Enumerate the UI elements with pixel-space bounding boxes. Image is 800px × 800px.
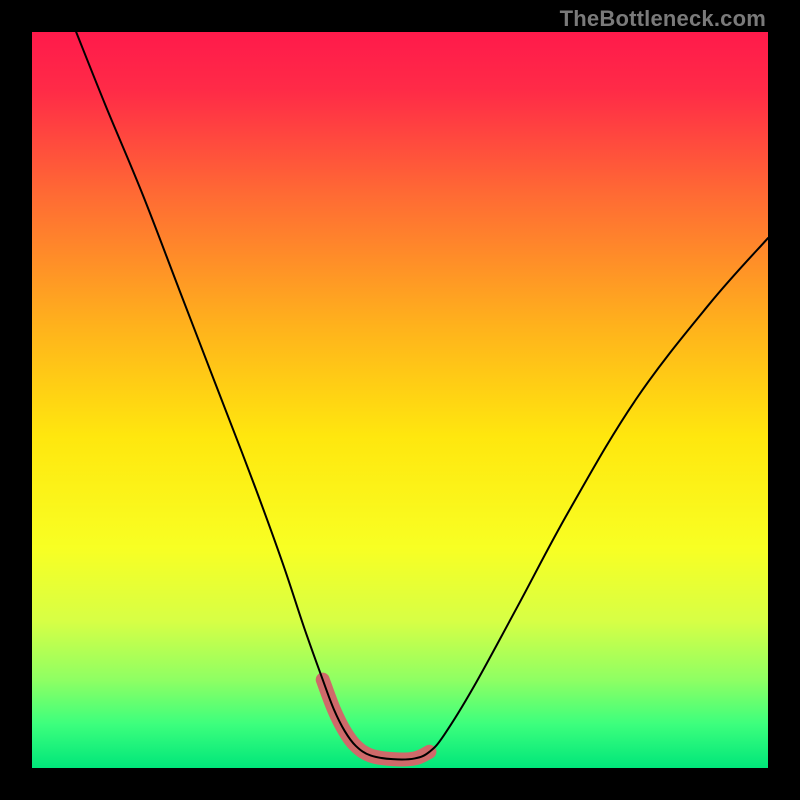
watermark-text: TheBottleneck.com: [560, 6, 766, 32]
gradient-background: [32, 32, 768, 768]
plot-area: [32, 32, 768, 768]
chart-svg: [32, 32, 768, 768]
outer-black-frame: TheBottleneck.com: [0, 0, 800, 800]
